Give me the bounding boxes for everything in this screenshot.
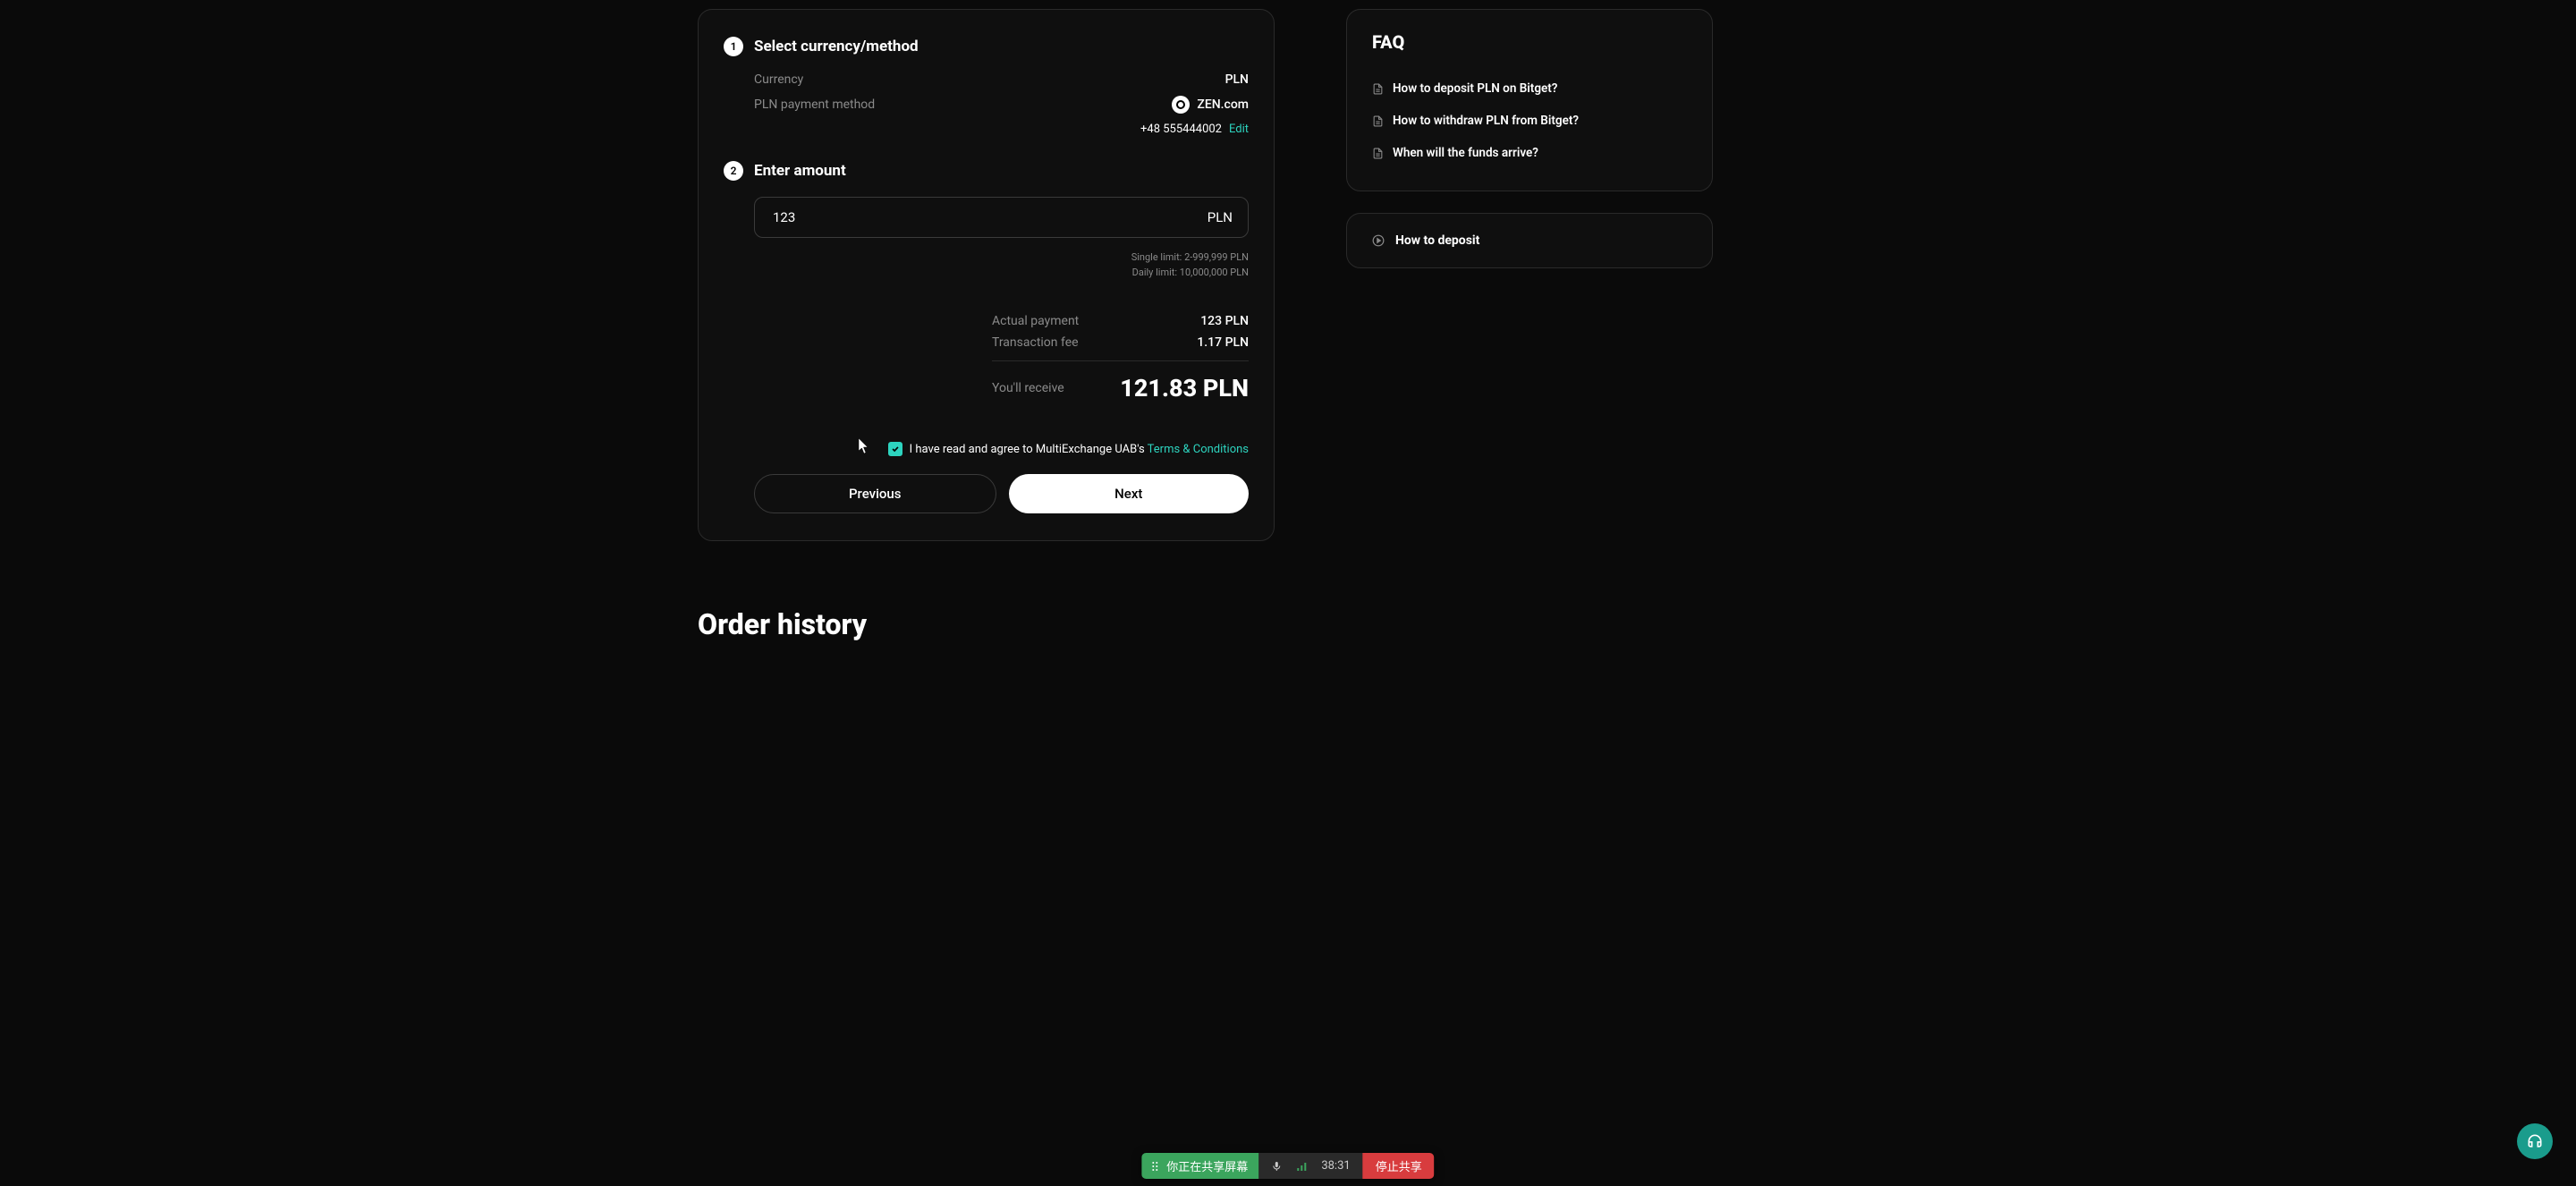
screen-share-bar: 你正在共享屏幕 38:31 停止共享 [1141, 1153, 1434, 1179]
document-icon [1372, 82, 1384, 96]
breakdown-divider [992, 360, 1249, 361]
step1-header: 1 Select currency/method [724, 37, 1249, 56]
share-time: 38:31 [1321, 1159, 1350, 1173]
terms-link[interactable]: Terms & Conditions [1148, 443, 1249, 456]
method-value: ZEN.com [1172, 96, 1249, 114]
fee-label: Transaction fee [992, 335, 1079, 350]
step2-badge: 2 [724, 161, 743, 181]
sharing-text: 你正在共享屏幕 [1166, 1157, 1248, 1174]
limits-info: Single limit: 2-999,999 PLN Daily limit:… [724, 250, 1249, 280]
amount-breakdown: Actual payment 123 PLN Transaction fee 1… [992, 314, 1249, 402]
amount-suffix: PLN [1208, 209, 1233, 225]
receive-value: 121.83 PLN [1120, 374, 1249, 402]
right-column: FAQ How to deposit PLN on Bitget? How to… [1346, 9, 1713, 541]
how-to-deposit-video[interactable]: How to deposit [1346, 213, 1713, 268]
step1-info: Currency PLN PLN payment method ZEN.com … [724, 72, 1249, 136]
deposit-form-card: 1 Select currency/method Currency PLN PL… [698, 9, 1275, 541]
amount-input-wrapper: PLN [754, 197, 1249, 238]
document-icon [1372, 147, 1384, 160]
fee-value: 1.17 PLN [1197, 335, 1249, 350]
order-history-title: Order history [698, 607, 1878, 641]
agreement-checkbox[interactable] [888, 442, 902, 456]
stop-share-button[interactable]: 停止共享 [1363, 1153, 1435, 1179]
headset-icon [2526, 1132, 2544, 1150]
currency-value: PLN [1225, 72, 1249, 87]
share-info: 38:31 [1258, 1153, 1362, 1179]
zen-logo-icon [1172, 96, 1190, 114]
phone-row: +48 555444002 Edit [754, 123, 1249, 136]
receive-row: You'll receive 121.83 PLN [992, 374, 1249, 402]
method-row: PLN payment method ZEN.com [754, 96, 1249, 114]
cursor-icon [857, 437, 871, 455]
action-buttons: Previous Next [724, 474, 1249, 513]
next-button[interactable]: Next [1009, 474, 1250, 513]
currency-label: Currency [754, 72, 803, 87]
faq-item-funds-arrive[interactable]: When will the funds arrive? [1372, 137, 1687, 169]
actual-payment-value: 123 PLN [1200, 314, 1249, 328]
order-history-section: Order history [680, 607, 1896, 641]
receive-label: You'll receive [992, 381, 1064, 395]
video-label: How to deposit [1395, 233, 1479, 248]
faq-card: FAQ How to deposit PLN on Bitget? How to… [1346, 9, 1713, 191]
fee-row: Transaction fee 1.17 PLN [992, 335, 1249, 350]
faq-item-label: When will the funds arrive? [1393, 146, 1538, 160]
phone-number: +48 555444002 [1140, 123, 1222, 136]
play-icon [1372, 234, 1385, 247]
agreement-row: I have read and agree to MultiExchange U… [724, 442, 1249, 456]
method-value-text: ZEN.com [1197, 97, 1249, 112]
agreement-text: I have read and agree to MultiExchange U… [910, 443, 1249, 456]
edit-phone-link[interactable]: Edit [1229, 123, 1249, 136]
faq-item-withdraw[interactable]: How to withdraw PLN from Bitget? [1372, 105, 1687, 137]
actual-payment-label: Actual payment [992, 314, 1079, 328]
actual-payment-row: Actual payment 123 PLN [992, 314, 1249, 328]
previous-button[interactable]: Previous [754, 474, 996, 513]
amount-input[interactable] [754, 197, 1249, 238]
faq-item-deposit[interactable]: How to deposit PLN on Bitget? [1372, 72, 1687, 105]
faq-item-label: How to deposit PLN on Bitget? [1393, 81, 1557, 96]
support-fab[interactable] [2517, 1123, 2553, 1159]
step2-header: 2 Enter amount [724, 161, 1249, 181]
step2-title: Enter amount [754, 162, 846, 180]
daily-limit: Daily limit: 10,000,000 PLN [724, 266, 1249, 281]
method-label: PLN payment method [754, 97, 875, 112]
single-limit: Single limit: 2-999,999 PLN [724, 250, 1249, 266]
currency-row: Currency PLN [754, 72, 1249, 87]
step1-badge: 1 [724, 37, 743, 56]
signal-icon [1296, 1161, 1307, 1172]
faq-title: FAQ [1372, 31, 1687, 53]
share-status[interactable]: 你正在共享屏幕 [1141, 1153, 1258, 1179]
faq-item-label: How to withdraw PLN from Bitget? [1393, 114, 1579, 128]
drag-handle-icon [1152, 1162, 1157, 1171]
microphone-icon[interactable] [1271, 1161, 1282, 1172]
step1-title: Select currency/method [754, 38, 919, 55]
document-icon [1372, 114, 1384, 128]
